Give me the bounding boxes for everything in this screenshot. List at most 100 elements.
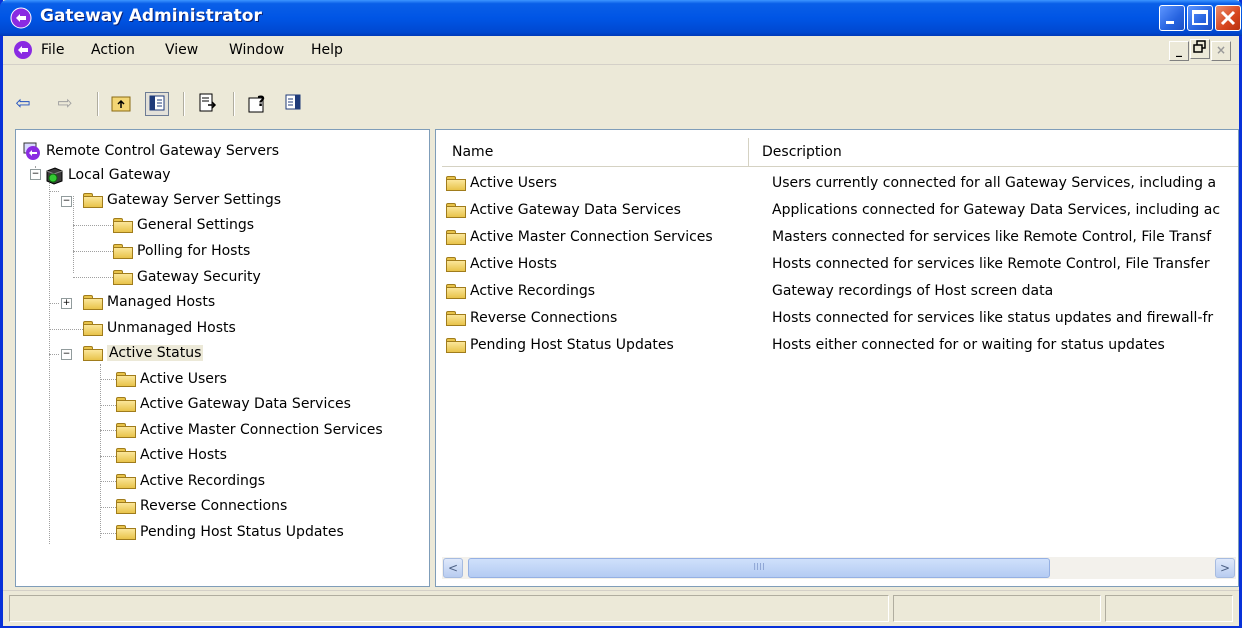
forward-button[interactable]: ⇨: [53, 92, 77, 116]
menu-view[interactable]: View: [165, 42, 198, 58]
tree-node-root[interactable]: Remote Control Gateway Servers: [22, 140, 279, 162]
show-hide-tree-button[interactable]: [145, 92, 169, 116]
status-segment-main: [9, 595, 889, 622]
title-bar[interactable]: Gateway Administrator: [0, 0, 1242, 36]
help-icon: ?: [248, 94, 265, 113]
properties-button[interactable]: [281, 92, 305, 116]
tree-label: Managed Hosts: [107, 294, 216, 310]
column-header-name[interactable]: Name: [442, 138, 749, 167]
folder-icon: [83, 295, 103, 310]
folder-icon: [116, 397, 136, 412]
app-menu-icon[interactable]: [13, 40, 33, 60]
list-item[interactable]: Active Gateway Data Services Applications…: [446, 197, 1220, 223]
tree-node-gateway-server-settings[interactable]: Gateway Server Settings: [83, 189, 281, 211]
tree-node-pending-host-status-updates[interactable]: Pending Host Status Updates: [116, 521, 344, 543]
minimize-icon: [1166, 21, 1174, 24]
app-window: Gateway Administrator File Action View W…: [0, 0, 1242, 628]
folder-icon: [113, 270, 133, 285]
tree-node-active-status[interactable]: Active Status: [83, 342, 204, 364]
collapse-icon[interactable]: −: [30, 169, 41, 180]
svg-text:?: ?: [257, 94, 265, 110]
back-button[interactable]: ⇦: [11, 92, 35, 116]
maximize-button[interactable]: [1187, 5, 1213, 31]
tree-label: Gateway Security: [137, 269, 261, 285]
list-item[interactable]: Reverse Connections Hosts connected for s…: [446, 305, 1213, 331]
tree-label: General Settings: [137, 217, 255, 233]
folder-icon: [83, 193, 103, 208]
folder-icon: [116, 423, 136, 438]
mdi-minimize-button[interactable]: _: [1169, 41, 1189, 61]
list-item[interactable]: Active Hosts Hosts connected for services…: [446, 251, 1210, 277]
console-tree-pane[interactable]: Remote Control Gateway Servers − Local G…: [15, 129, 430, 587]
item-description: Masters connected for services like Remo…: [772, 229, 1212, 245]
export-list-icon: [199, 93, 217, 112]
item-name: Active Gateway Data Services: [470, 202, 681, 218]
tree-node-active-recordings[interactable]: Active Recordings: [116, 470, 265, 492]
tree-node-reverse-connections[interactable]: Reverse Connections: [116, 495, 287, 517]
tree-node-managed-hosts[interactable]: Managed Hosts: [83, 291, 215, 313]
tree-node-polling-for-hosts[interactable]: Polling for Hosts: [113, 240, 250, 262]
scroll-left-button[interactable]: <: [443, 558, 463, 578]
forward-arrow-icon: ⇨: [57, 93, 73, 114]
app-icon: [10, 7, 32, 29]
mdi-controls: _ ×: [1168, 39, 1231, 61]
mdi-close-button[interactable]: ×: [1211, 41, 1231, 61]
open-folder-icon: [83, 346, 103, 361]
toolbar: ⇦ ⇨ ?: [3, 65, 1239, 127]
tree-node-active-gateway-data-services[interactable]: Active Gateway Data Services: [116, 393, 351, 415]
collapse-icon[interactable]: −: [61, 349, 72, 360]
item-name: Reverse Connections: [470, 310, 618, 326]
horizontal-scrollbar[interactable]: < IIII >: [442, 557, 1236, 579]
close-button[interactable]: [1215, 5, 1241, 31]
tree-node-active-users[interactable]: Active Users: [116, 368, 227, 390]
folder-icon: [113, 244, 133, 259]
item-name: Active Hosts: [470, 256, 557, 272]
up-level-button[interactable]: [109, 92, 133, 116]
menu-window[interactable]: Window: [229, 42, 284, 58]
results-pane[interactable]: Name Description Active Users Users curre…: [435, 129, 1239, 587]
folder-icon: [446, 257, 466, 272]
list-item[interactable]: Pending Host Status Updates Hosts either …: [446, 332, 1165, 358]
tree-node-unmanaged-hosts[interactable]: Unmanaged Hosts: [83, 317, 236, 339]
folder-icon: [446, 338, 466, 353]
tree-label: Local Gateway: [68, 167, 171, 183]
item-description: Gateway recordings of Host screen data: [772, 283, 1054, 299]
collapse-icon[interactable]: −: [61, 196, 72, 207]
tree-label: Active Recordings: [140, 473, 266, 489]
status-segment-3: [1105, 595, 1233, 622]
column-header-description[interactable]: Description: [749, 138, 1238, 167]
help-button[interactable]: ?: [245, 92, 269, 116]
back-arrow-icon: ⇦: [15, 93, 31, 114]
toolbar-separator: [97, 92, 99, 116]
tree-node-gateway-security[interactable]: Gateway Security: [113, 266, 261, 288]
console-tree-icon: [149, 95, 165, 111]
chevron-right-icon: >: [1219, 561, 1231, 575]
expand-icon[interactable]: +: [61, 298, 72, 309]
export-list-button[interactable]: [195, 92, 219, 116]
status-segment-2: [893, 595, 1101, 622]
list-item[interactable]: Active Users Users currently connected fo…: [446, 170, 1216, 196]
minimize-button[interactable]: [1159, 5, 1185, 31]
mdi-restore-button[interactable]: [1190, 39, 1210, 59]
list-item[interactable]: Active Master Connection Services Masters…: [446, 224, 1211, 250]
list-item[interactable]: Active Recordings Gateway recordings of H…: [446, 278, 1053, 304]
tree-node-active-hosts[interactable]: Active Hosts: [116, 444, 227, 466]
item-description: Users currently connected for all Gatewa…: [772, 175, 1217, 191]
gateway-servers-icon: [23, 142, 40, 160]
menu-action[interactable]: Action: [91, 42, 135, 58]
close-icon: [1220, 10, 1236, 26]
tree-node-active-master-connection-services[interactable]: Active Master Connection Services: [116, 419, 383, 441]
tree-node-general-settings[interactable]: General Settings: [113, 214, 254, 236]
scroll-right-button[interactable]: >: [1215, 558, 1235, 578]
folder-icon: [446, 176, 466, 191]
status-bar: [3, 590, 1239, 626]
folder-icon: [446, 284, 466, 299]
restore-icon: [1193, 40, 1206, 53]
toolbar-separator: [233, 92, 235, 116]
gateway-box-icon: [46, 167, 63, 185]
menu-help[interactable]: Help: [311, 42, 343, 58]
scrollbar-thumb[interactable]: IIII: [468, 558, 1050, 578]
menu-file[interactable]: File: [41, 42, 64, 58]
item-description: Applications connected for Gateway Data …: [772, 202, 1221, 218]
tree-node-local-gateway[interactable]: Local Gateway: [44, 164, 171, 186]
